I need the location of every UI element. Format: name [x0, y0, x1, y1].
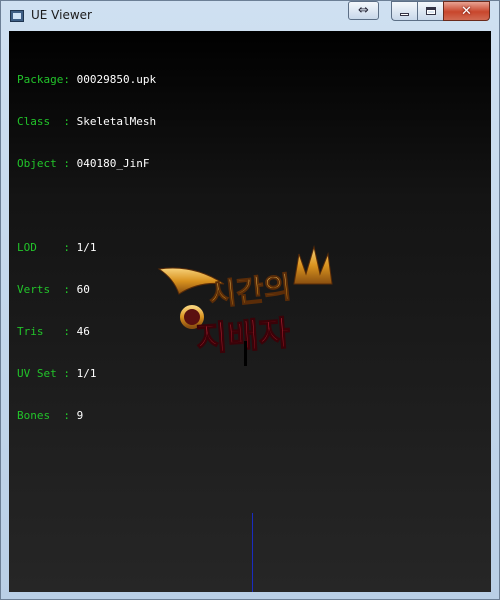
bone-stub — [244, 341, 247, 366]
maximize-icon — [425, 7, 436, 15]
maximize-button[interactable] — [417, 1, 443, 21]
double-arrow-icon: ⇔ — [358, 3, 369, 18]
toggle-layout-button[interactable]: ⇔ — [348, 1, 379, 20]
mesh-info-overlay: Package: 00029850.upk Class : SkeletalMe… — [17, 45, 156, 451]
window-title: UE Viewer — [31, 8, 92, 22]
logo-line1: 시간의 — [207, 270, 293, 313]
origin-axis-line — [252, 513, 253, 592]
render-viewport[interactable]: Package: 00029850.upk Class : SkeletalMe… — [9, 31, 491, 592]
minimize-icon — [400, 12, 409, 16]
app-icon — [10, 10, 24, 22]
close-icon: ✕ — [461, 3, 472, 19]
app-window: UE Viewer ⇔ ✕ Package: 00029850.upk Clas… — [0, 0, 500, 600]
logo-crown — [293, 245, 333, 285]
info-class: Class : SkeletalMesh — [17, 115, 157, 128]
close-button[interactable]: ✕ — [443, 1, 490, 21]
mesh-logo-render: 시간의 지배자 — [157, 245, 333, 361]
caption-buttons: ✕ — [391, 1, 490, 21]
title-bar[interactable]: UE Viewer ⇔ ✕ — [1, 1, 499, 31]
info-verts: Verts : 60 — [17, 283, 90, 296]
info-tris: Tris : 46 — [17, 325, 90, 338]
info-uvset: UV Set : 1/1 — [17, 367, 97, 380]
minimize-button[interactable] — [391, 1, 417, 21]
info-object: Object : 040180_JinF — [17, 157, 150, 170]
info-bones: Bones : 9 — [17, 409, 84, 422]
info-package: Package: 00029850.upk — [17, 73, 157, 86]
info-lod: LOD : 1/1 — [17, 241, 97, 254]
